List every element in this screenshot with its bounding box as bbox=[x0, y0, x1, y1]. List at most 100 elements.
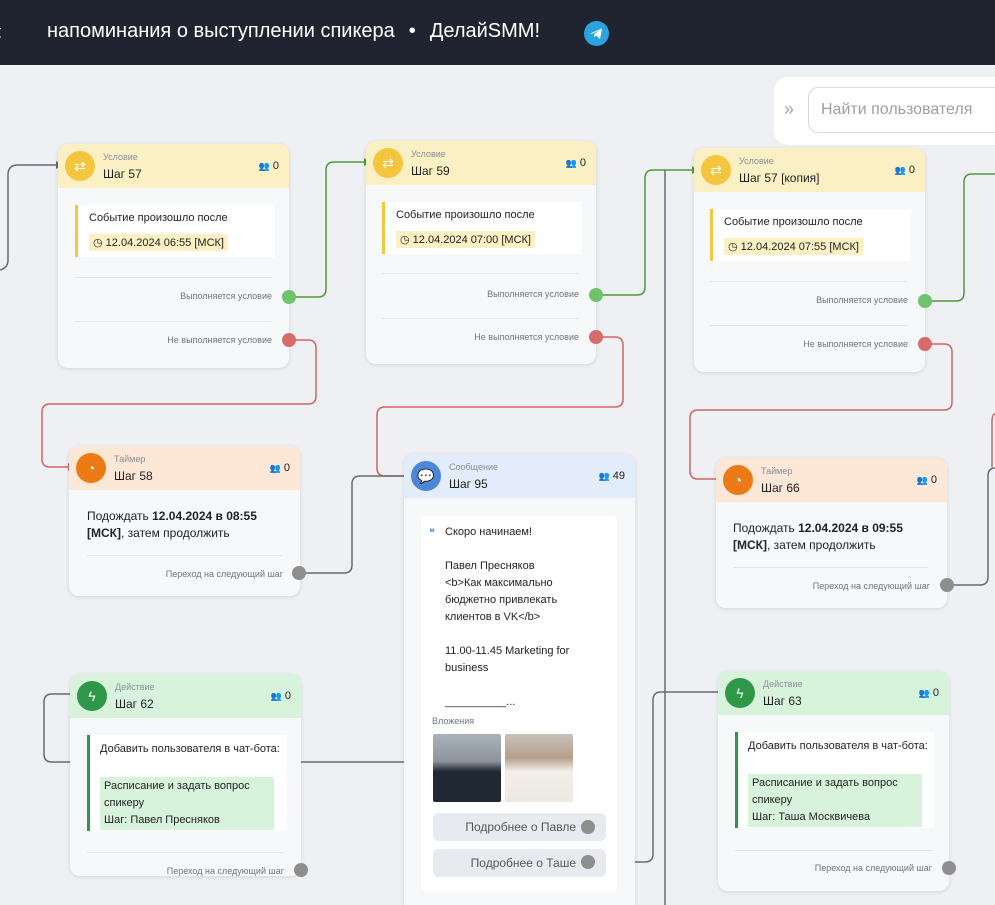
button-about-tasha[interactable]: Подробнее о Таше bbox=[433, 849, 606, 877]
node-name: Шаг 59 bbox=[411, 164, 450, 178]
node-name: Шаг 62 bbox=[115, 697, 154, 711]
timer-node-step58[interactable]: ◔ Таймер Шаг 58 👥 0 Подождать 12.04.2024 … bbox=[69, 446, 300, 596]
divider bbox=[382, 273, 579, 274]
event-date-value: 12.04.2024 07:55 [МСК] bbox=[740, 241, 859, 253]
output-port-yes[interactable] bbox=[282, 290, 296, 304]
node-type: Действие bbox=[763, 679, 803, 689]
clock-icon: ◷ bbox=[728, 241, 741, 253]
event-date: ◷ 12.04.2024 06:55 [МСК] bbox=[89, 234, 228, 251]
event-label: Событие произошло после bbox=[724, 216, 863, 228]
clock-icon: ◷ bbox=[400, 234, 413, 246]
node-type: Таймер bbox=[114, 454, 146, 464]
user-count: 👥 0 bbox=[270, 462, 290, 474]
search-input[interactable] bbox=[808, 87, 995, 133]
output-yes-label: Выполняется условие bbox=[816, 295, 908, 305]
next-step-label: Переход на следующий шаг bbox=[814, 863, 932, 873]
next-step-label: Переход на следующий шаг bbox=[812, 581, 930, 591]
event-label: Событие произошло после bbox=[396, 209, 535, 221]
output-port[interactable] bbox=[940, 578, 954, 592]
node-header: 💬 Сообщение Шаг 95 👥 49 bbox=[404, 454, 635, 498]
divider bbox=[382, 318, 579, 319]
next-step-label: Переход на следующий шаг bbox=[166, 866, 284, 876]
divider bbox=[75, 277, 272, 278]
shuffle-icon: ⇄ bbox=[65, 151, 95, 181]
condition-node-step57[interactable]: ⇄ Условие Шаг 57 👥 0 Событие произошло по… bbox=[58, 144, 289, 368]
output-port-no[interactable] bbox=[589, 330, 603, 344]
node-type: Условие bbox=[739, 156, 774, 166]
timer-node-step66[interactable]: ◔ Таймер Шаг 66 👥 0 Подождать 12.04.2024 … bbox=[716, 458, 947, 608]
node-name: Шаг 66 bbox=[761, 481, 800, 495]
node-type: Действие bbox=[115, 682, 155, 692]
output-port-yes[interactable] bbox=[918, 294, 932, 308]
node-type: Условие bbox=[411, 149, 446, 159]
output-port[interactable] bbox=[581, 820, 595, 834]
user-count: 👥 0 bbox=[259, 160, 279, 172]
stopwatch-icon: ◔ bbox=[76, 453, 106, 483]
action-node-step62[interactable]: ϟ Действие Шаг 62 👥 0 Добавить пользовате… bbox=[70, 674, 301, 876]
user-count: 👥 0 bbox=[919, 687, 939, 699]
brand-name: ДелайSMM! bbox=[429, 20, 540, 42]
user-count: 👥 49 bbox=[599, 470, 625, 482]
timer-text: Подождать 12.04.2024 в 08:55 [МСК], зате… bbox=[87, 508, 287, 542]
output-port-no[interactable] bbox=[918, 337, 932, 351]
output-no-label: Не выполняется условие bbox=[474, 332, 579, 342]
divider bbox=[75, 321, 272, 322]
user-count-value: 0 bbox=[284, 690, 291, 702]
event-date: ◷ 12.04.2024 07:55 [МСК] bbox=[724, 238, 863, 255]
user-count-value: 0 bbox=[932, 687, 939, 699]
users-icon: 👥 bbox=[894, 165, 906, 175]
lightning-icon: ϟ bbox=[725, 678, 755, 708]
event-date: ◷ 12.04.2024 07:00 [МСК] bbox=[396, 231, 535, 248]
attachment-photo-1[interactable] bbox=[433, 734, 501, 802]
user-count-value: 49 bbox=[612, 470, 625, 482]
action-text: Добавить пользователя в чат-бота: bbox=[748, 740, 928, 752]
output-no-label: Не выполняется условие bbox=[167, 335, 272, 345]
user-count: 👥 0 bbox=[271, 690, 291, 702]
button-about-tasha-label: Подробнее о Таше bbox=[470, 856, 576, 870]
action-node-step63[interactable]: ϟ Действие Шаг 63 👥 0 Добавить пользовате… bbox=[718, 671, 949, 891]
output-yes-label: Выполняется условие bbox=[180, 291, 272, 301]
flow-title: напоминания о выступлении спикера bbox=[47, 20, 395, 42]
action-text: Добавить пользователя в чат-бота: bbox=[100, 743, 280, 755]
event-label: Событие произошло после bbox=[89, 212, 228, 224]
output-port[interactable] bbox=[942, 861, 956, 875]
output-port-yes[interactable] bbox=[589, 288, 603, 302]
node-name: Шаг 63 bbox=[763, 694, 802, 708]
shuffle-icon: ⇄ bbox=[373, 148, 403, 178]
node-name: Шаг 57 [копия] bbox=[739, 171, 820, 185]
output-port[interactable] bbox=[581, 855, 595, 869]
users-icon: 👥 bbox=[598, 471, 610, 481]
node-name: Шаг 57 bbox=[103, 167, 142, 181]
condition-node-step57-copy[interactable]: ⇄ Условие Шаг 57 [копия] 👥 0 Событие прои… bbox=[694, 148, 925, 372]
event-box: Событие произошло после ◷ 12.04.2024 07:… bbox=[382, 202, 582, 254]
title-separator: • bbox=[408, 20, 416, 42]
output-no-label: Не выполняется условие bbox=[803, 339, 908, 349]
user-count: 👥 0 bbox=[566, 157, 586, 169]
attachment-photo-2[interactable] bbox=[505, 734, 573, 802]
target-step: Шаг: Павел Пресняков bbox=[104, 814, 220, 826]
action-target: Расписание и задать вопрос спикеру Шаг: Т… bbox=[748, 774, 922, 827]
divider bbox=[710, 281, 907, 282]
user-count-value: 0 bbox=[272, 160, 279, 172]
chat-bubble-icon: 💬 bbox=[411, 461, 441, 491]
node-header: ϟ Действие Шаг 62 👥 0 bbox=[70, 674, 301, 718]
event-date-value: 12.04.2024 06:55 [МСК] bbox=[105, 237, 224, 249]
double-chevron-icon[interactable]: » bbox=[784, 99, 794, 120]
node-header: ⇄ Условие Шаг 57 👥 0 bbox=[58, 144, 289, 188]
node-header: ⇄ Условие Шаг 59 👥 0 bbox=[366, 141, 596, 185]
target-bot: Расписание и задать вопрос спикеру bbox=[752, 777, 898, 806]
users-icon: 👥 bbox=[270, 691, 282, 701]
timer-text-post: , затем продолжить bbox=[766, 538, 876, 552]
output-port-no[interactable] bbox=[282, 333, 296, 347]
attachments-label: Вложения bbox=[432, 716, 475, 726]
chevron-left-icon[interactable]: ‹ bbox=[0, 18, 2, 46]
output-port[interactable] bbox=[292, 566, 306, 580]
action-box: Добавить пользователя в чат-бота: Распис… bbox=[735, 732, 935, 828]
node-header: ◔ Таймер Шаг 66 👥 0 bbox=[716, 458, 947, 502]
output-port[interactable] bbox=[294, 863, 308, 877]
condition-node-step59[interactable]: ⇄ Условие Шаг 59 👥 0 Событие произошло по… bbox=[366, 141, 596, 364]
message-text: Скоро начинаем! Павел Пресняков <b>Как м… bbox=[445, 526, 570, 708]
telegram-icon[interactable] bbox=[584, 21, 609, 46]
target-step: Шаг: Таша Москвичева bbox=[752, 811, 871, 823]
next-step-label: Переход на следующий шаг bbox=[165, 569, 283, 579]
